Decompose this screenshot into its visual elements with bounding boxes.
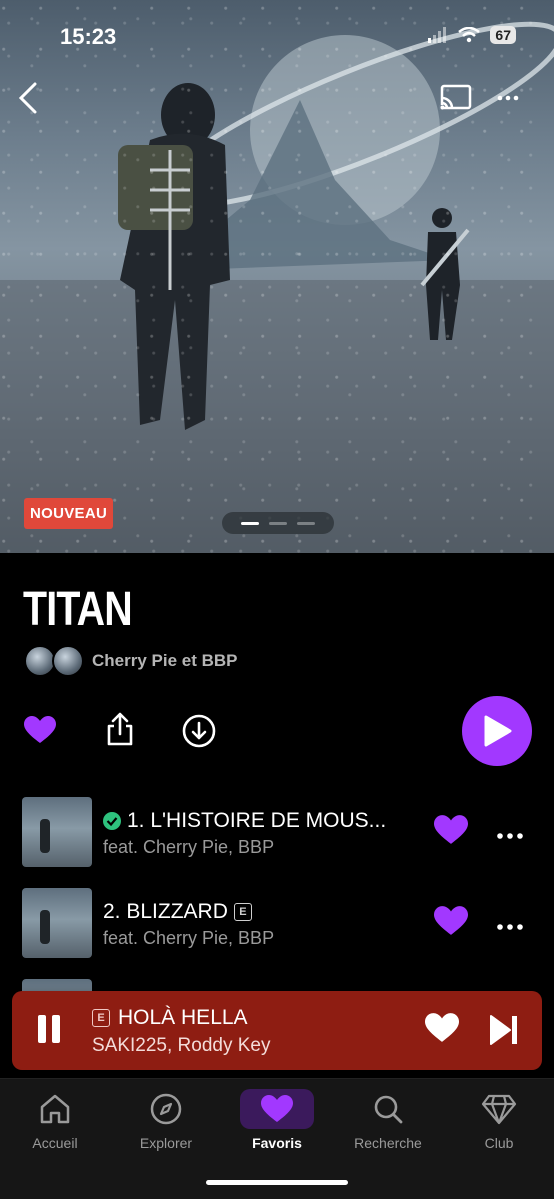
play-button[interactable]: [462, 696, 532, 766]
track-title: 2. BLIZZARD: [103, 900, 228, 923]
signal-icon: [428, 27, 447, 43]
pager-dot[interactable]: [269, 521, 287, 525]
heart-icon: [434, 815, 468, 844]
track-cover: [22, 888, 92, 958]
tab-label: Explorer: [139, 1135, 193, 1151]
wifi-icon: [458, 27, 481, 43]
pause-button[interactable]: [38, 1015, 60, 1043]
downloaded-check-icon: [103, 812, 121, 830]
track-row[interactable]: 2. BLIZZARD E feat. Cherry Pie, BBP: [0, 888, 554, 958]
track-cover: [22, 797, 92, 867]
battery-indicator: 67: [490, 26, 516, 44]
search-icon: [374, 1095, 403, 1124]
next-track-button[interactable]: [488, 1013, 520, 1052]
cast-icon: [439, 84, 472, 110]
mini-favorite-button[interactable]: [425, 1013, 459, 1048]
tab-recherche[interactable]: Recherche: [338, 1089, 438, 1151]
now-playing-title: HOLÀ HELLA: [118, 1006, 248, 1029]
download-button[interactable]: [180, 712, 218, 750]
status-icons: 67: [428, 26, 516, 44]
explicit-badge: E: [233, 903, 252, 921]
album-artists[interactable]: Cherry Pie et BBP: [24, 645, 238, 677]
play-icon: [484, 715, 512, 747]
tab-label: Club: [484, 1135, 514, 1151]
compass-icon: [150, 1093, 182, 1125]
explicit-badge: E: [92, 1009, 110, 1027]
diamond-icon: [481, 1094, 517, 1125]
track-more-button[interactable]: [496, 914, 524, 930]
more-options-button[interactable]: [488, 78, 528, 118]
track-title-row: 1. L'HISTOIRE DE MOUS...: [103, 809, 386, 833]
heart-icon: [425, 1013, 459, 1042]
track-subtitle: feat. Cherry Pie, BBP: [103, 928, 275, 948]
cast-button[interactable]: [436, 78, 476, 118]
tab-accueil[interactable]: Accueil: [5, 1089, 105, 1151]
tab-label: Accueil: [32, 1135, 78, 1151]
new-badge: NOUVEAU: [24, 498, 114, 529]
more-horizontal-icon: [497, 924, 523, 930]
now-playing-artists: SAKI225, Roddy Key: [92, 1035, 271, 1056]
home-indicator: [206, 1180, 348, 1185]
tab-label: Recherche: [354, 1135, 422, 1151]
tab-favoris[interactable]: Favoris: [227, 1089, 327, 1151]
tab-explorer[interactable]: Explorer: [116, 1089, 216, 1151]
chevron-left-icon: [18, 82, 37, 114]
album-title: TITAN: [23, 583, 133, 636]
download-icon: [182, 714, 216, 748]
more-horizontal-icon: [497, 95, 519, 101]
heart-icon: [434, 906, 468, 935]
carousel-pager[interactable]: [222, 512, 334, 534]
pause-bar: [38, 1015, 46, 1043]
tab-club[interactable]: Club: [449, 1089, 549, 1151]
track-title-row: 2. BLIZZARD E: [103, 900, 252, 924]
home-icon: [40, 1094, 70, 1124]
pause-bar: [52, 1015, 60, 1043]
skip-next-icon: [490, 1015, 517, 1045]
artists-label[interactable]: Cherry Pie et BBP: [92, 651, 238, 671]
track-favorite-button[interactable]: [434, 815, 468, 850]
share-icon: [107, 712, 133, 746]
artist-avatar: [52, 645, 84, 677]
heart-icon: [24, 716, 56, 743]
more-horizontal-icon: [497, 833, 523, 839]
favorite-album-button[interactable]: [22, 712, 58, 748]
pager-dot[interactable]: [241, 521, 259, 525]
heart-icon: [261, 1095, 293, 1122]
mini-player[interactable]: E HOLÀ HELLA SAKI225, Roddy Key: [12, 991, 542, 1070]
track-subtitle: feat. Cherry Pie, BBP: [103, 837, 275, 857]
mini-player-title-row: E HOLÀ HELLA: [92, 1006, 248, 1030]
album-artwork: 15:23 67 NOUVEAU: [0, 0, 554, 553]
status-time: 15:23: [60, 24, 117, 49]
track-title: 1. L'HISTOIRE DE MOUS...: [127, 809, 387, 832]
track-favorite-button[interactable]: [434, 906, 468, 941]
track-more-button[interactable]: [496, 823, 524, 839]
track-row[interactable]: 1. L'HISTOIRE DE MOUS... feat. Cherry Pi…: [0, 797, 554, 867]
tab-label: Favoris: [252, 1135, 302, 1151]
back-button[interactable]: [8, 78, 48, 118]
share-button[interactable]: [102, 710, 138, 748]
pager-dot[interactable]: [297, 521, 315, 525]
